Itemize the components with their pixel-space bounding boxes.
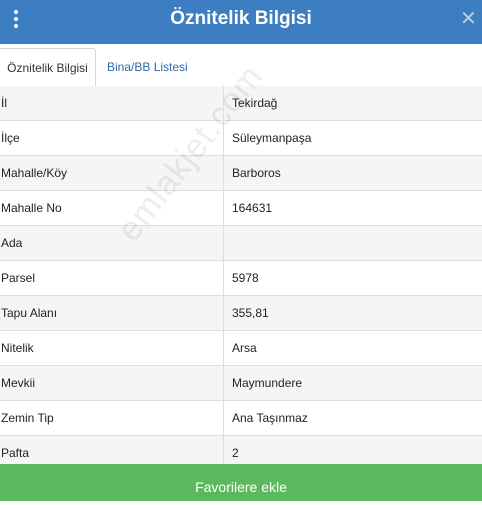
row-key: Zemin Tip <box>1 411 54 425</box>
tab-bina-bb-listesi[interactable]: Bina/BB Listesi <box>107 48 188 86</box>
row-key: İlçe <box>1 131 20 145</box>
row-value <box>223 226 482 260</box>
row-value: 5978 <box>223 261 482 295</box>
row-value: Ana Taşınmaz <box>223 401 482 435</box>
table-row: İlçe Süleymanpaşa <box>0 121 482 156</box>
table-row: Nitelik Arsa <box>0 331 482 366</box>
tab-oznitelik-bilgisi[interactable]: Öznitelik Bilgisi <box>0 48 96 89</box>
row-value: Barboros <box>223 156 482 190</box>
row-value: Süleymanpaşa <box>223 121 482 155</box>
table-row: Zemin Tip Ana Taşınmaz <box>0 401 482 436</box>
close-icon[interactable]: ✕ <box>460 7 477 31</box>
table-row: Parsel 5978 <box>0 261 482 296</box>
table-row: İl Tekirdağ <box>0 86 482 121</box>
row-key: Mahalle/Köy <box>1 166 68 180</box>
row-value: 355,81 <box>223 296 482 330</box>
attribute-table: İl Tekirdağ İlçe Süleymanpaşa Mahalle/Köy B… <box>0 86 482 471</box>
row-key: Mevkii <box>1 376 36 390</box>
row-key: İl <box>1 96 7 110</box>
tab-bar: Öznitelik Bilgisi Bina/BB Listesi <box>0 44 482 89</box>
table-row: Mahalle No 164631 <box>0 191 482 226</box>
row-key: Mahalle No <box>1 201 62 215</box>
row-key: Tapu Alanı <box>1 306 58 320</box>
table-row: Mevkii Maymundere <box>0 366 482 401</box>
row-key: Nitelik <box>1 341 34 355</box>
row-value: 164631 <box>223 191 482 225</box>
add-to-favorites-button[interactable]: Favorilere ekle <box>0 464 482 501</box>
dialog-header: Öznitelik Bilgisi ✕ <box>0 0 482 44</box>
table-row: Tapu Alanı 355,81 <box>0 296 482 331</box>
row-value: Tekirdağ <box>223 86 482 120</box>
row-key: Ada <box>1 236 23 250</box>
dialog-title: Öznitelik Bilgisi <box>170 8 312 29</box>
table-row: Ada <box>0 226 482 261</box>
table-row: Mahalle/Köy Barboros <box>0 156 482 191</box>
row-value: Maymundere <box>223 366 482 400</box>
row-value: Arsa <box>223 331 482 365</box>
row-key: Parsel <box>1 271 36 285</box>
